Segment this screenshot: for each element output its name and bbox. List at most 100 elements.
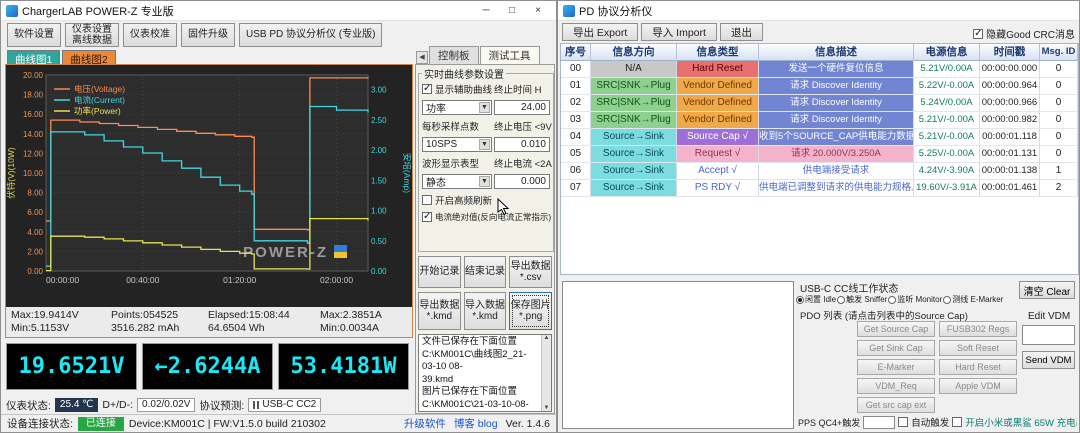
cell-type: Accept √ <box>677 163 759 180</box>
cell-time: 00:00:01.461 <box>980 180 1040 197</box>
column-header[interactable]: 信息类型 <box>677 44 759 61</box>
end-time-input[interactable]: 24.00 <box>494 100 550 115</box>
pd-command-button[interactable]: Get Sink Cap <box>857 340 935 356</box>
pdo-list[interactable] <box>562 281 794 429</box>
pd-command-button[interactable]: Get src cap ext <box>857 397 935 413</box>
import-button[interactable]: 导入 Import <box>641 23 717 41</box>
pps-value-input[interactable] <box>863 415 896 429</box>
pd-message-row[interactable]: 04 Source→Sink Source Cap √ 收到5个SOURCE_CAP供… <box>561 129 1078 146</box>
column-header[interactable]: 序号 <box>561 44 591 61</box>
version-label: Ver. 1.4.6 <box>505 417 550 430</box>
pd-command-button[interactable]: Soft Reset <box>939 340 1017 356</box>
scroll-up-icon[interactable]: ▲ <box>544 335 550 341</box>
save-image-button[interactable]: 保存图片 *.png <box>509 292 552 330</box>
radio-label: 闲置 Idle <box>805 295 837 304</box>
svg-text:8.00: 8.00 <box>27 189 43 198</box>
powerz-titlebar[interactable]: ChargerLAB POWER-Z 专业版 ─ □ × <box>1 1 556 21</box>
table-body: 00 N/A Hard Reset 发送一个硬件复位信息 5.21V/0.00A 00:0… <box>561 61 1078 197</box>
export-button[interactable]: 导出 Export <box>562 23 639 41</box>
stop-record-button[interactable]: 结束记录 <box>463 256 507 288</box>
column-header[interactable]: 信息方向 <box>591 44 677 61</box>
export-csv-button[interactable]: 导出数据 *.csv <box>509 256 552 288</box>
toolbar-calibration-button[interactable]: 仪表校准 <box>123 23 177 47</box>
file-path-box[interactable]: 文件已保存在下面位置 C:\KM001C\曲线图2_21-03-10 08- 3… <box>418 334 552 412</box>
abs-current-checkbox[interactable]: 电流绝对值(反向电流正常指示) <box>422 211 551 223</box>
clear-button[interactable]: 清空 Clear <box>1019 281 1075 299</box>
pd-message-row[interactable]: 01 SRC|SNK→Plug Vendor Defined 请求 Discover … <box>561 78 1078 95</box>
power-chart[interactable]: 20.00 18.00 16.00 14.00 12.00 10.00 8.00 6.00 4.… <box>6 65 412 307</box>
column-header[interactable]: Msg. ID <box>1040 44 1078 61</box>
pd-message-row[interactable]: 02 SRC|SNK→Plug Vendor Defined 请求 Discover … <box>561 95 1078 112</box>
cc-mode-radio[interactable]: 测线 E-Marker <box>943 294 1003 305</box>
exit-button[interactable]: 退出 <box>719 23 763 41</box>
radio-label: 触发 Sniffer <box>846 295 888 304</box>
auto-trigger-checkbox[interactable]: 自动触发 <box>898 415 949 429</box>
sps-select[interactable]: 10SPS ▼ <box>422 137 492 152</box>
svg-text:2.00: 2.00 <box>371 146 387 155</box>
column-header[interactable]: 信息描述 <box>759 44 914 61</box>
send-vdm-button[interactable]: Send VDM <box>1022 351 1075 369</box>
export-kmd-button[interactable]: 导出数据 *.kmd <box>418 292 461 330</box>
vdm-input[interactable] <box>1022 325 1075 345</box>
toolbar-firmware-upgrade-button[interactable]: 固件升级 <box>181 23 235 47</box>
cc-mode-radios: 闲置 Idle 触发 Sniffer 监听 Monitor 测线 E-Marker <box>796 294 1016 305</box>
cell-description: 发送一个硬件复位信息 <box>759 61 914 78</box>
svg-text:3.00: 3.00 <box>371 86 387 95</box>
cc-mode-radio[interactable]: 触发 Sniffer <box>837 294 887 305</box>
end-voltage-input[interactable]: 0.010 <box>494 137 550 152</box>
svg-text:电压(Voltage): 电压(Voltage) <box>74 84 125 94</box>
cell-seq: 00 <box>561 61 591 78</box>
window-controls: ─ □ × <box>473 2 551 20</box>
toolbar-software-settings-button[interactable]: 软件设置 <box>7 23 61 47</box>
cc-mode-radio[interactable]: 闲置 Idle <box>796 294 836 305</box>
svg-text:伏特(V)(10W): 伏特(V)(10W) <box>6 147 16 199</box>
pd-command-button[interactable]: Hard Reset <box>939 359 1017 375</box>
cell-time: 00:00:00.964 <box>980 78 1040 95</box>
hf-refresh-checkbox[interactable]: 开启高频刷新 <box>422 193 550 207</box>
import-kmd-button[interactable]: 导入数据 *.kmd <box>463 292 507 330</box>
scroll-down-icon[interactable]: ▼ <box>544 405 550 411</box>
panel-scroll-left-button[interactable]: ◀ <box>416 51 428 64</box>
show-aux-checkbox[interactable]: 显示辅助曲线 <box>422 82 492 96</box>
close-button[interactable]: × <box>525 2 551 20</box>
pps-trigger-row: PPS QC4+触发 自动触发 开启小米或黑鲨 65W 充电器PPS <box>798 415 1077 429</box>
upgrade-software-link[interactable]: 升级软件 <box>404 416 446 431</box>
blog-link[interactable]: 博客 blog <box>454 416 498 431</box>
mi-pps-checkbox[interactable]: 开启小米或黑鲨 65W 充电器PPS <box>952 415 1077 429</box>
pd-message-row[interactable]: 06 Source→Sink Accept √ 供电端接受请求 4.24V/-3.90A… <box>561 163 1078 180</box>
toolbar-meter-settings-button[interactable]: 仪表设置 离线数据 <box>65 23 119 47</box>
cc-mode-radio[interactable]: 监听 Monitor <box>888 294 942 305</box>
pd-command-button[interactable]: FUSB302 Regs <box>939 321 1017 337</box>
start-record-button[interactable]: 开始记录 <box>418 256 461 288</box>
show-aux-label: 显示辅助曲线 <box>435 85 493 96</box>
cell-type: PS RDY √ <box>677 180 759 197</box>
end-current-input[interactable]: 0.000 <box>494 174 550 189</box>
power-curve-select[interactable]: 功率 ▼ <box>422 100 492 115</box>
column-header[interactable]: 时间戳 <box>980 44 1040 61</box>
pd-message-row[interactable]: 03 SRC|SNK→Plug Vendor Defined 请求 Discover … <box>561 112 1078 129</box>
toolbar-pd-analyzer-button[interactable]: USB PD 协议分析仪 (专业版) <box>239 23 383 47</box>
pd-command-button[interactable]: Get Source Cap <box>857 321 935 337</box>
pd-command-button[interactable]: Apple VDM <box>939 378 1017 394</box>
pd-titlebar[interactable]: PD 协议分析仪 <box>558 1 1079 21</box>
column-header[interactable]: 电源信息 <box>914 44 980 61</box>
wave-mode-select[interactable]: 静态 ▼ <box>422 174 492 189</box>
svg-text:2.00: 2.00 <box>27 247 43 256</box>
pd-command-button[interactable]: VDM_Req <box>857 378 935 394</box>
tab-control-board[interactable]: 控制板 <box>429 46 479 64</box>
pd-message-row[interactable]: 05 Source→Sink Request √ 请求 20.000V/3.250A 5… <box>561 146 1078 163</box>
minimize-button[interactable]: ─ <box>473 2 499 20</box>
tab-test-tools[interactable]: 测试工具 <box>479 46 540 64</box>
pd-command-button[interactable]: E-Marker <box>857 359 935 375</box>
pd-command-column-1: Get Source Cap Get Sink Cap E-Marker VDM_Re… <box>857 321 935 413</box>
hide-goodcrc-checkbox[interactable]: 隐藏Good CRC消息 <box>973 26 1075 41</box>
pd-message-table[interactable]: 序号 信息方向 信息类型 信息描述 电源信息 时间戳 Msg. ID 00 N/A Hard R… <box>560 43 1079 275</box>
svg-text:6.00: 6.00 <box>27 208 43 217</box>
maximize-button[interactable]: □ <box>499 2 525 20</box>
cell-msg-id: 0 <box>1040 61 1078 78</box>
pd-message-row[interactable]: 00 N/A Hard Reset 发送一个硬件复位信息 5.21V/0.00A 00:0… <box>561 61 1078 78</box>
chevron-down-icon: ▼ <box>479 102 490 113</box>
pd-message-row[interactable]: 07 Source→Sink PS RDY √ 供电端已调整到请求的供电能力规格上 19… <box>561 180 1078 197</box>
svg-text:10.00: 10.00 <box>23 169 44 178</box>
filebox-scrollbar[interactable]: ▲ ▼ <box>541 335 551 411</box>
